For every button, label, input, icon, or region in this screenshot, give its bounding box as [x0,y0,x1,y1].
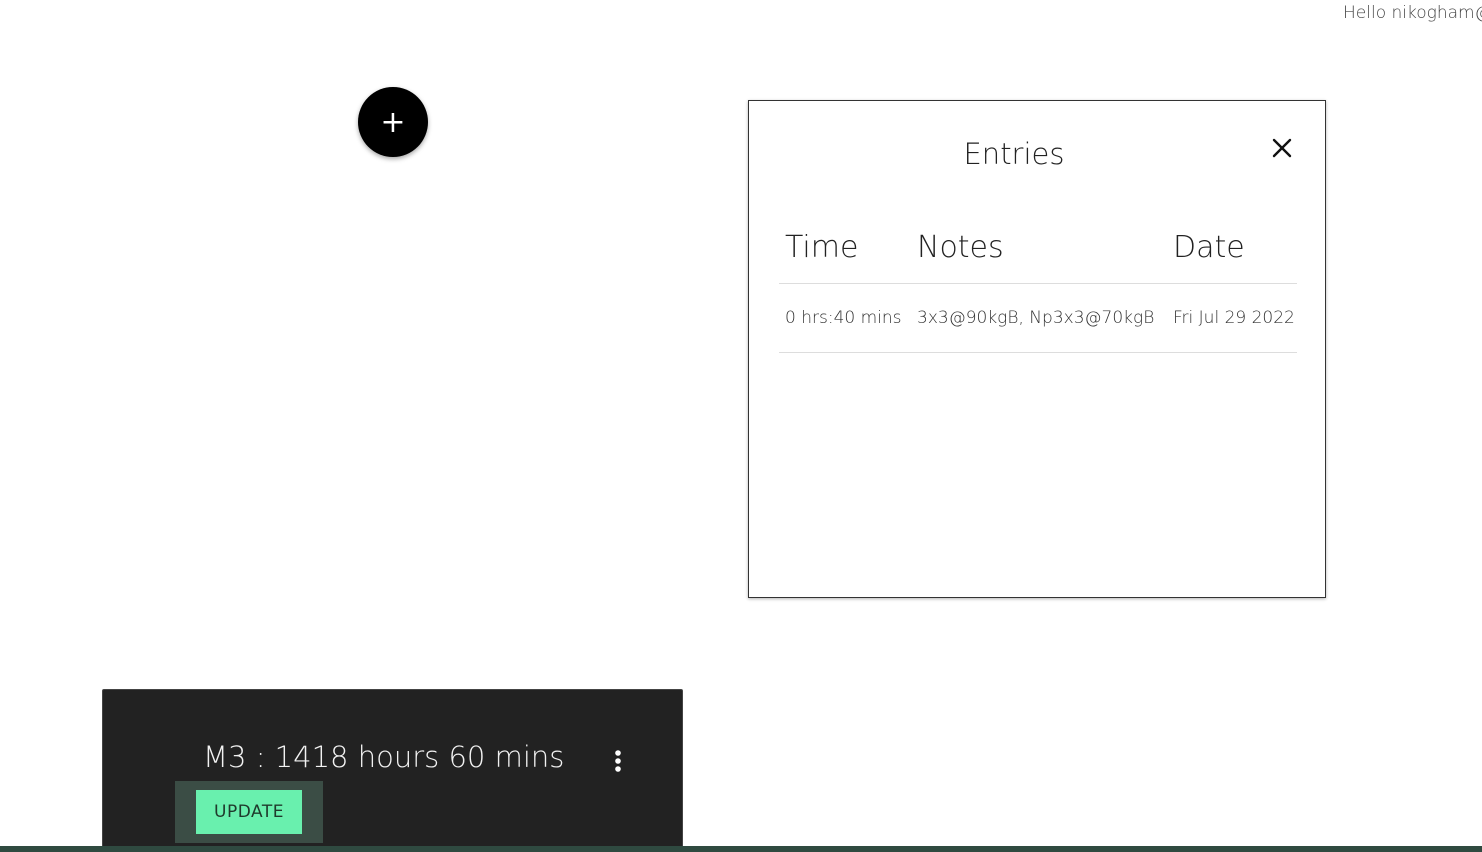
add-entry-button[interactable]: + [358,87,428,157]
plus-icon: + [380,104,406,140]
update-button-wrapper: UPDATE [175,781,323,843]
column-header-time: Time [785,229,859,265]
machine-card: M3 : 1418 hours 60 mins UPDATE [102,689,683,852]
table-row: 0 hrs:40 mins 3x3@90kgB, Np3x3@70kgB Fri… [779,284,1297,353]
more-vert-icon [615,750,621,772]
entries-modal: Entries Time Notes Date 0 hrs:40 mins 3x… [748,100,1326,598]
entries-table: Time Notes Date 0 hrs:40 mins 3x3@90kgB,… [779,211,1297,353]
cell-date: Fri Jul 29 2022 [1173,308,1295,328]
app-root: Hello nikogham@ + Entries Time Notes Dat… [0,0,1482,852]
column-header-notes: Notes [917,229,1004,265]
user-greeting: Hello nikogham@ [1343,3,1482,23]
bottom-bar [0,846,1482,852]
cell-time: 0 hrs:40 mins [785,308,902,328]
card-menu-button[interactable] [605,748,631,774]
modal-title: Entries [963,137,1065,171]
table-header-row: Time Notes Date [779,211,1297,284]
cell-notes: 3x3@90kgB, Np3x3@70kgB [917,308,1155,328]
close-icon [1272,138,1292,158]
close-button[interactable] [1265,131,1299,165]
machine-card-title: M3 : 1418 hours 60 mins [203,740,565,774]
column-header-date: Date [1173,229,1245,265]
update-button[interactable]: UPDATE [196,790,302,834]
